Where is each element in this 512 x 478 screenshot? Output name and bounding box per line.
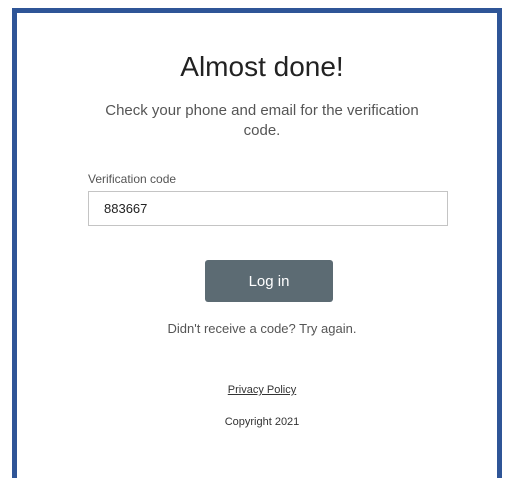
privacy-policy-container: Privacy Policy — [17, 384, 507, 396]
verification-code-input[interactable] — [88, 191, 448, 226]
page-subtitle: Check your phone and email for the verif… — [105, 102, 419, 139]
copyright-text: Copyright 2021 — [224, 416, 300, 428]
log-in-button[interactable]: Log in — [205, 260, 333, 302]
resend-code-link[interactable]: Didn't receive a code? Try again. — [17, 321, 507, 336]
page-title: Almost done! — [180, 51, 344, 82]
privacy-policy-link[interactable]: Privacy Policy — [228, 384, 296, 396]
verification-code-label: Verification code — [88, 172, 177, 186]
login-card: Almost done! Check your phone and email … — [12, 8, 502, 478]
